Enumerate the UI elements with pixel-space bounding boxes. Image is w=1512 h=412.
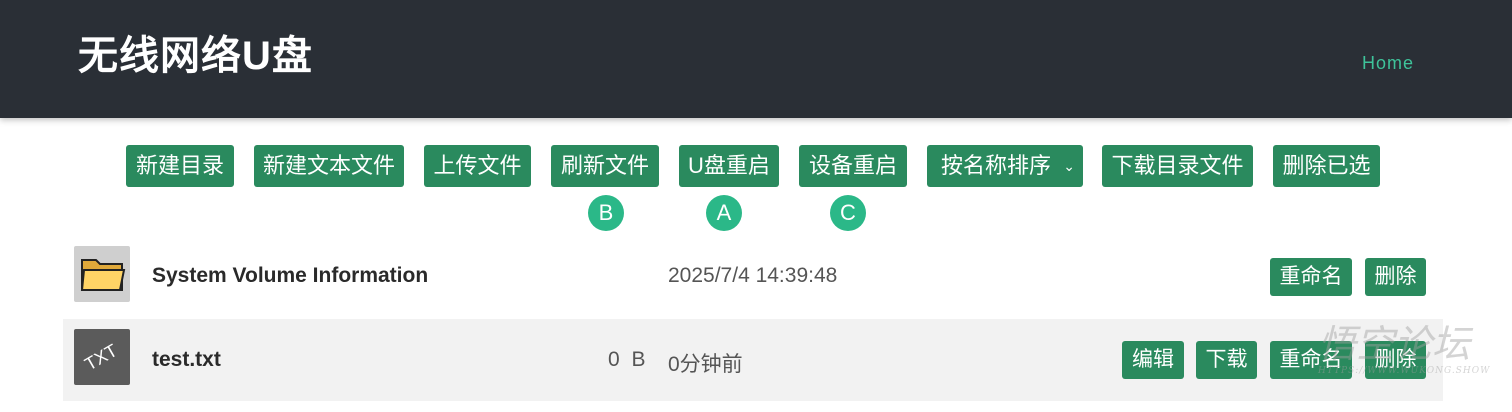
folder-icon[interactable] xyxy=(74,246,130,302)
file-time: 0分钟前 xyxy=(668,353,743,376)
edit-button[interactable]: 编辑 xyxy=(1122,341,1184,379)
file-name[interactable]: test.txt xyxy=(152,348,221,372)
sort-select-value: 按名称排序 xyxy=(941,153,1052,178)
file-row[interactable]: TXT test.txt 0 B 0分钟前 编辑 下载 重命名 删除 xyxy=(63,319,1443,401)
download-button[interactable]: 下载 xyxy=(1196,341,1257,379)
nav-home-link[interactable]: Home xyxy=(1362,52,1414,74)
txt-file-icon-label: TXT xyxy=(81,340,120,374)
chevron-down-icon: ⌄ xyxy=(1063,158,1075,174)
sort-select[interactable]: 按名称排序 ⌄ xyxy=(927,145,1083,187)
download-dir-file-button[interactable]: 下载目录文件 xyxy=(1102,145,1253,187)
watermark: 悟空论坛 HTTPS://WWW.WUKONG.SHOW xyxy=(1318,322,1504,386)
new-folder-button[interactable]: 新建目录 xyxy=(126,145,234,187)
badge-a: A xyxy=(706,195,742,231)
usb-restart-button[interactable]: U盘重启 xyxy=(679,145,779,187)
badge-b: B xyxy=(588,195,624,231)
txt-file-icon[interactable]: TXT xyxy=(74,329,130,385)
file-row[interactable]: System Volume Information 2025/7/4 14:39… xyxy=(63,238,1443,314)
watermark-url: HTTPS://WWW.WUKONG.SHOW xyxy=(1318,366,1491,376)
file-time: 2025/7/4 14:39:48 xyxy=(668,264,838,287)
delete-button[interactable]: 删除 xyxy=(1365,258,1426,296)
top-header: 无线网络U盘 Home xyxy=(0,0,1512,118)
device-restart-button[interactable]: 设备重启 xyxy=(799,145,907,187)
watermark-text: 悟空论坛 xyxy=(1318,322,1471,366)
delete-selected-button[interactable]: 删除已选 xyxy=(1273,145,1380,187)
rename-button[interactable]: 重命名 xyxy=(1270,258,1352,296)
new-text-file-button[interactable]: 新建文本文件 xyxy=(254,145,404,187)
upload-file-button[interactable]: 上传文件 xyxy=(424,145,531,187)
refresh-files-button[interactable]: 刷新文件 xyxy=(551,145,659,187)
file-name[interactable]: System Volume Information xyxy=(152,264,428,288)
badge-c: C xyxy=(830,195,866,231)
site-title: 无线网络U盘 xyxy=(78,34,313,78)
toolbar: 新建目录 新建文本文件 上传文件 刷新文件 U盘重启 设备重启 按名称排序 ⌄ … xyxy=(0,145,1512,187)
file-size: 0 B xyxy=(608,348,649,371)
